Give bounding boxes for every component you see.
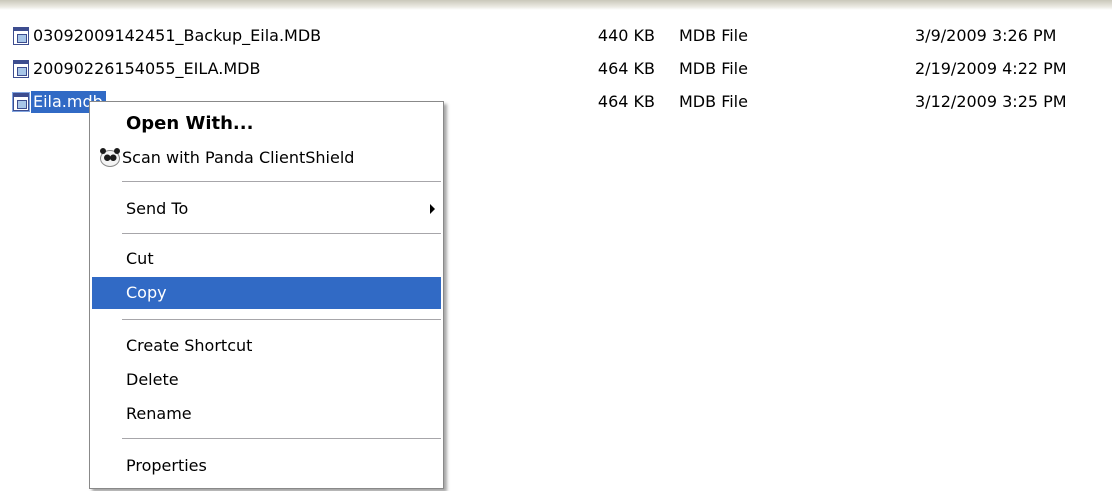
menu-item-rename[interactable]: Rename xyxy=(92,398,441,430)
menu-item-label: Create Shortcut xyxy=(126,336,253,355)
menu-item-scan-panda[interactable]: Scan with Panda ClientShield xyxy=(92,142,441,174)
submenu-arrow-icon xyxy=(430,204,435,214)
menu-item-label: Copy xyxy=(126,283,167,302)
menu-item-copy[interactable]: Copy xyxy=(92,277,441,309)
file-name: 03092009142451_Backup_Eila.MDB xyxy=(33,26,322,45)
file-name: 20090226154055_EILA.MDB xyxy=(33,59,261,78)
file-row[interactable]: 03092009142451_Backup_Eila.MDB 440 KB MD… xyxy=(0,25,1112,51)
menu-item-properties[interactable]: Properties xyxy=(92,450,441,482)
menu-item-label: Open With... xyxy=(126,113,254,134)
file-size: 440 KB xyxy=(597,26,655,45)
menu-separator xyxy=(122,438,441,439)
menu-item-open-with[interactable]: Open With... xyxy=(92,108,441,140)
menu-separator xyxy=(122,181,441,182)
menu-item-create-shortcut[interactable]: Create Shortcut xyxy=(92,330,441,362)
mdb-file-icon xyxy=(13,27,29,45)
menu-item-label: Cut xyxy=(126,249,154,268)
menu-separator xyxy=(122,319,441,320)
menu-item-label: Rename xyxy=(126,404,192,423)
mdb-file-icon xyxy=(12,92,30,112)
menu-item-cut[interactable]: Cut xyxy=(92,243,441,275)
file-type: MDB File xyxy=(679,92,748,111)
menu-item-send-to[interactable]: Send To xyxy=(92,193,441,225)
file-date-modified: 2/19/2009 4:22 PM xyxy=(915,59,1067,78)
menu-item-label: Delete xyxy=(126,370,179,389)
file-date-modified: 3/12/2009 3:25 PM xyxy=(915,92,1067,111)
file-type: MDB File xyxy=(679,59,748,78)
context-menu: Open With... Scan with Panda ClientShiel… xyxy=(89,101,444,489)
file-row[interactable]: 20090226154055_EILA.MDB 464 KB MDB File … xyxy=(0,58,1112,84)
menu-item-label: Properties xyxy=(126,456,207,475)
panda-icon xyxy=(100,148,120,167)
menu-item-delete[interactable]: Delete xyxy=(92,364,441,396)
file-type: MDB File xyxy=(679,26,748,45)
menu-item-label: Send To xyxy=(126,199,189,218)
menu-item-label: Scan with Panda ClientShield xyxy=(122,148,355,167)
file-date-modified: 3/9/2009 3:26 PM xyxy=(915,26,1057,45)
mdb-file-icon xyxy=(13,60,29,78)
menu-separator xyxy=(122,233,441,234)
file-size: 464 KB xyxy=(597,92,655,111)
file-size: 464 KB xyxy=(597,59,655,78)
